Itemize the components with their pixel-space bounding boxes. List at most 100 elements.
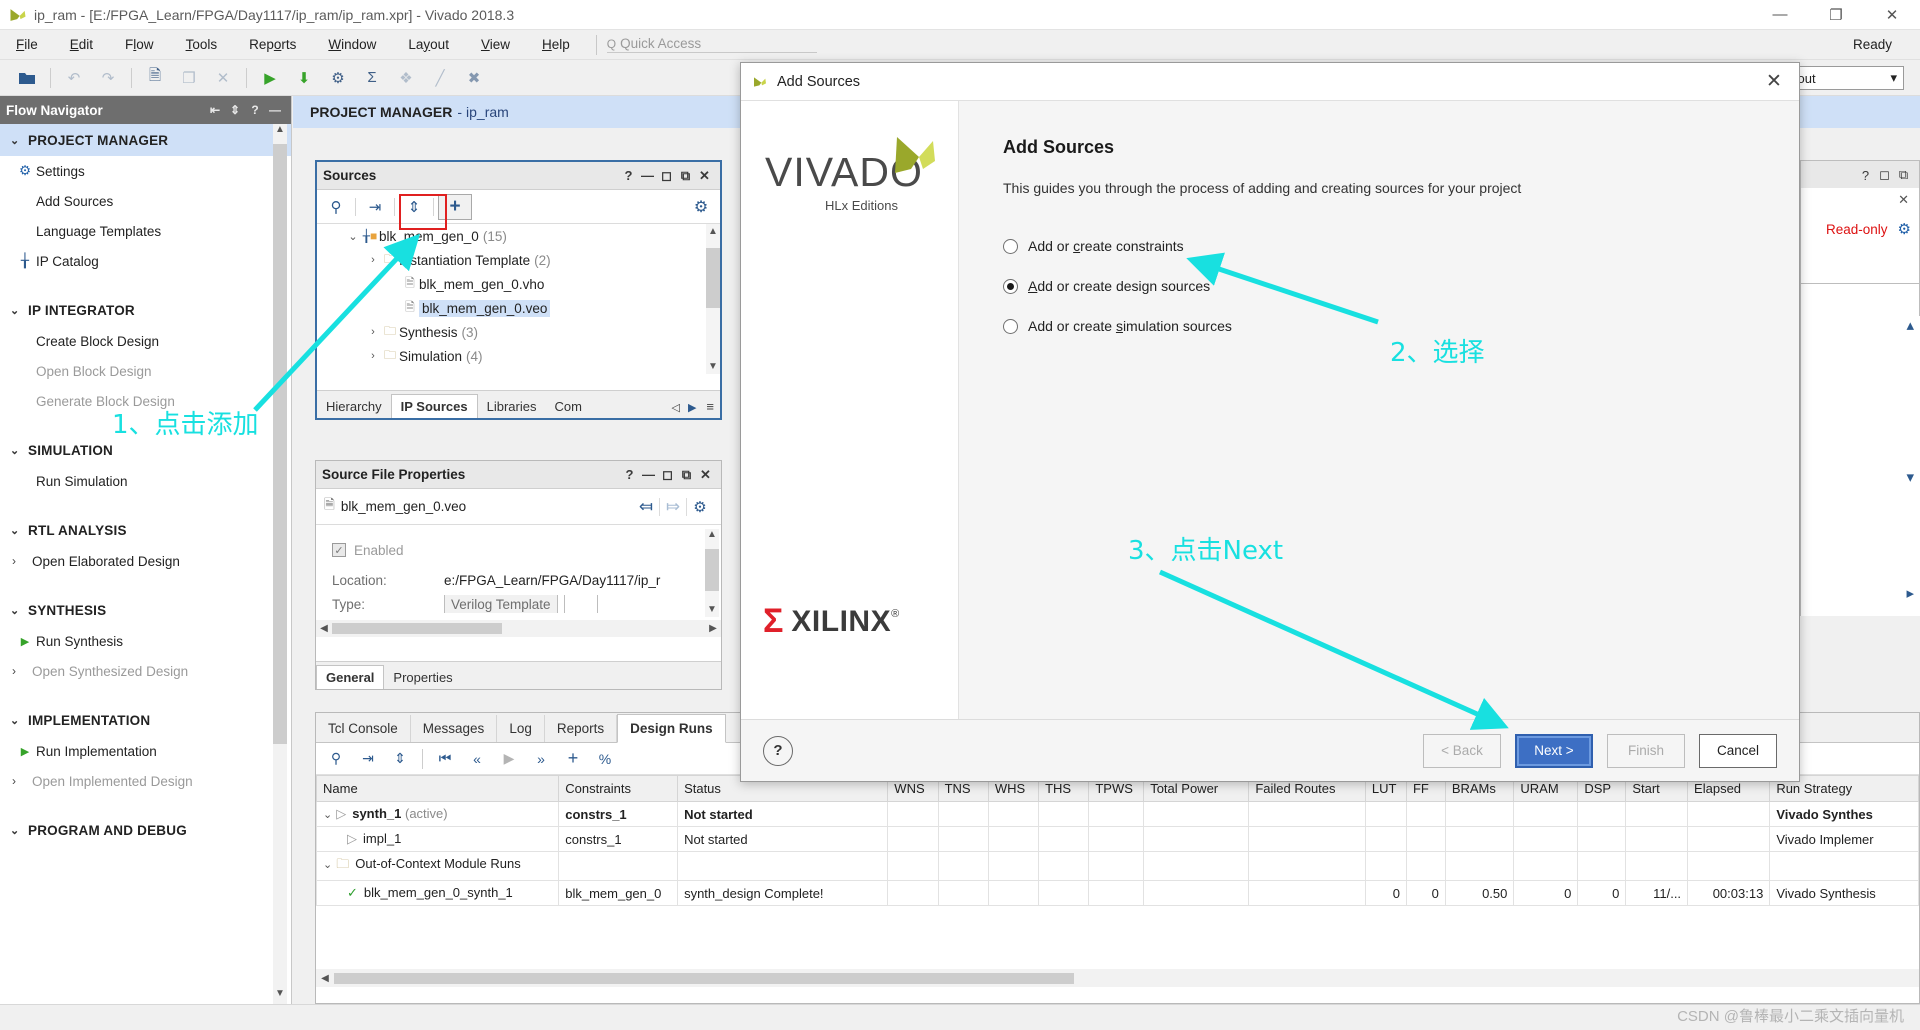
type-extra-field[interactable] xyxy=(563,595,598,613)
table-row[interactable]: ✓ blk_mem_gen_0_synth_1 blk_mem_gen_0 synth… xyxy=(316,880,1919,906)
back-arrow-icon[interactable]: ⤆ xyxy=(633,497,659,517)
delete-icon[interactable]: ✕ xyxy=(206,63,240,93)
collapse-all-icon[interactable]: ⇥ xyxy=(352,746,384,772)
radio-button[interactable] xyxy=(1003,318,1018,334)
marker-icon[interactable]: ❖ xyxy=(389,63,423,93)
sidebar-item-language-templates[interactable]: Language Templates xyxy=(0,216,291,246)
chevron-down-icon[interactable]: ⌄ xyxy=(323,859,332,871)
next-button[interactable]: Next > xyxy=(1515,733,1593,768)
expand-all-icon[interactable]: ⇕ xyxy=(384,746,416,772)
sidebar-item-run-simulation[interactable]: Run Simulation xyxy=(0,466,291,496)
tab-tcl-console[interactable]: Tcl Console xyxy=(316,715,411,742)
design-runs-hscroll-thumb[interactable] xyxy=(334,972,1074,984)
maximize-icon[interactable]: ◻ xyxy=(1875,167,1894,183)
tab-scroll-left-icon[interactable]: ◁ xyxy=(667,397,683,418)
menu-flow[interactable]: Flow xyxy=(109,30,170,60)
scroll-left-icon[interactable]: ◀ xyxy=(316,623,332,634)
type-value[interactable]: Verilog Template xyxy=(444,595,558,613)
sidebar-section-project-manager[interactable]: ⌄ PROJECT MANAGER xyxy=(0,124,291,156)
previous-icon[interactable]: « xyxy=(461,746,493,772)
sidebar-item-open-elaborated-design[interactable]: › Open Elaborated Design xyxy=(0,546,291,576)
close-button[interactable]: ✕ xyxy=(1864,0,1920,30)
sidebar-item-add-sources[interactable]: Add Sources xyxy=(0,186,291,216)
tree-item[interactable]: › 🗀 Synthesis (3) xyxy=(317,320,720,344)
chevron-icon[interactable]: › xyxy=(365,254,381,266)
sfp-hscrollbar[interactable]: ◀ ▶ xyxy=(316,620,721,637)
chevron-icon[interactable]: ⌄ xyxy=(345,230,361,243)
tree-item[interactable]: ⌄ ╁■ blk_mem_gen_0 (15) xyxy=(317,224,720,248)
table-row[interactable]: ⌄ 🗀 Out-of-Context Module Runs xyxy=(316,851,1919,881)
search-icon[interactable]: ⚲ xyxy=(321,194,351,220)
menu-reports[interactable]: Reports xyxy=(233,30,312,60)
help-icon[interactable]: ? xyxy=(619,168,638,183)
tab-messages[interactable]: Messages xyxy=(411,715,498,742)
tab-general[interactable]: General xyxy=(316,665,385,689)
maximize-button[interactable]: ❐ xyxy=(1808,0,1864,30)
menu-view[interactable]: View xyxy=(465,30,526,60)
open-project-icon[interactable] xyxy=(10,63,44,93)
tab-scroll-right-icon[interactable]: ▶ xyxy=(684,397,700,418)
collapse-all-icon[interactable]: ⇥ xyxy=(360,194,390,220)
tab-hierarchy[interactable]: Hierarchy xyxy=(317,395,391,418)
write-bitstream-icon[interactable]: ⬇ xyxy=(287,63,321,93)
float-icon[interactable]: ⧉ xyxy=(677,467,696,483)
scroll-up-icon[interactable]: ▲ xyxy=(706,226,720,237)
sidebar-item-run-implementation[interactable]: ▶ Run Implementation xyxy=(0,736,291,766)
run-triangle-icon[interactable]: ▷ xyxy=(347,831,357,846)
help-icon[interactable]: ? xyxy=(1856,168,1875,183)
sidebar-section-implementation[interactable]: ⌄ IMPLEMENTATION xyxy=(0,704,291,736)
menu-layout[interactable]: Layout xyxy=(392,30,465,60)
sfp-enabled-row[interactable]: ✓ Enabled xyxy=(332,535,721,565)
collapse-all-icon[interactable]: ⇤ xyxy=(205,103,225,117)
column-header-name[interactable]: Name xyxy=(316,775,560,802)
percent-icon[interactable]: % xyxy=(589,746,621,772)
play-icon[interactable]: ▶ xyxy=(493,746,525,772)
scroll-down-icon[interactable]: ▼ xyxy=(705,604,719,615)
settings-icon[interactable]: ⚙ xyxy=(321,63,355,93)
float-icon[interactable]: ⧉ xyxy=(1894,167,1913,183)
tab-log[interactable]: Log xyxy=(497,715,545,742)
chevron-down-icon[interactable]: ⌄ xyxy=(323,809,332,821)
scroll-down-icon[interactable]: ▼ xyxy=(273,988,287,1004)
scroll-down-arrow-icon[interactable]: ▾ xyxy=(1906,468,1914,486)
tab-menu-icon[interactable]: ≡ xyxy=(700,395,720,418)
run-icon[interactable]: ▶ xyxy=(253,63,287,93)
scroll-up-icon[interactable]: ▲ xyxy=(705,529,719,540)
sidebar-item-open-block-design[interactable]: Open Block Design xyxy=(0,356,291,386)
close-icon[interactable]: ✕ xyxy=(695,168,714,184)
column-header-constraints[interactable]: Constraints xyxy=(558,775,679,802)
close-icon[interactable]: ✕ xyxy=(696,467,715,483)
scroll-right-arrow-icon[interactable]: ▸ xyxy=(1906,584,1914,602)
search-icon[interactable]: ⚲ xyxy=(320,746,352,772)
radio-option-1[interactable]: Add or create design sources xyxy=(1003,266,1759,306)
expand-all-icon[interactable]: ⇕ xyxy=(399,194,429,220)
design-runs-hscrollbar[interactable]: ◀ xyxy=(316,969,1919,987)
close-icon[interactable]: ✕ xyxy=(1801,188,1919,208)
sidebar-section-rtl-analysis[interactable]: ⌄ RTL ANALYSIS xyxy=(0,514,291,546)
settings-gear-icon[interactable]: ⚙ xyxy=(1898,220,1911,238)
sidebar-item-settings[interactable]: ⚙ Settings xyxy=(0,156,291,186)
radio-option-0[interactable]: Add or create constraints xyxy=(1003,226,1759,266)
maximize-icon[interactable]: ◻ xyxy=(658,467,677,483)
quick-access-box[interactable]: Q Quick Access xyxy=(606,36,817,53)
menu-window[interactable]: Window xyxy=(312,30,392,60)
menu-tools[interactable]: Tools xyxy=(170,30,234,60)
tab-reports[interactable]: Reports xyxy=(545,715,618,742)
scroll-up-icon[interactable]: ▲ xyxy=(273,124,287,140)
sidebar-item-open-implemented-design[interactable]: › Open Implemented Design xyxy=(0,766,291,796)
scroll-right-icon[interactable]: ▶ xyxy=(705,623,721,634)
help-icon[interactable]: ? xyxy=(763,735,793,766)
table-row[interactable]: ▷ impl_1 constrs_1 Not started Vivado Implem… xyxy=(316,826,1919,852)
cancel-button[interactable]: Cancel xyxy=(1699,733,1777,768)
float-icon[interactable]: ⧉ xyxy=(676,168,695,184)
sidebar-section-program-and-debug[interactable]: ⌄ PROGRAM AND DEBUG xyxy=(0,814,291,846)
next-icon[interactable]: » xyxy=(525,746,557,772)
minimize-icon[interactable]: — xyxy=(265,103,285,117)
tree-item[interactable]: 🗎 blk_mem_gen_0.veo xyxy=(317,296,720,320)
paste-icon[interactable]: ❐ xyxy=(172,63,206,93)
sidebar-section-ip-integrator[interactable]: ⌄ IP INTEGRATOR xyxy=(0,294,291,326)
minimize-button[interactable]: — xyxy=(1752,0,1808,30)
sum-icon[interactable]: Σ xyxy=(355,63,389,93)
help-icon[interactable]: ? xyxy=(620,467,639,482)
unmark-icon[interactable]: ✖ xyxy=(457,63,491,93)
